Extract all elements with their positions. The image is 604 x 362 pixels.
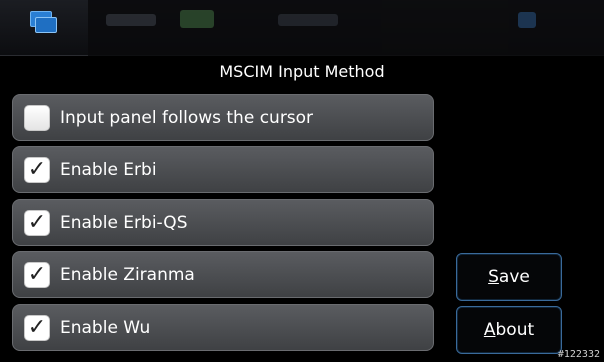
save-mnemonic: S [488, 267, 499, 287]
option-enable-erbi[interactable]: ✓ Enable Erbi [12, 146, 434, 193]
about-label: bout [495, 320, 535, 340]
task-switcher-icon[interactable] [22, 8, 62, 38]
dimmed-status-item [278, 14, 338, 26]
option-enable-wu[interactable]: ✓ Enable Wu [12, 304, 434, 351]
dimmed-status-item [180, 10, 214, 28]
save-button[interactable]: Save [456, 253, 562, 301]
checkmark-icon: ✓ [27, 156, 47, 182]
dimmed-status-area [88, 0, 604, 56]
save-label: ave [498, 267, 530, 287]
status-bar [0, 0, 604, 56]
dimmed-status-item [106, 14, 156, 26]
option-enable-erbi-qs[interactable]: ✓ Enable Erbi-QS [12, 199, 434, 246]
about-button[interactable]: About [456, 306, 562, 354]
checkbox-checked[interactable]: ✓ [24, 261, 50, 288]
checkbox-checked[interactable]: ✓ [24, 209, 50, 236]
watermark: #122332 [557, 349, 600, 360]
option-input-panel-follows-cursor[interactable]: Input panel follows the cursor [12, 94, 434, 141]
checkbox-checked[interactable]: ✓ [24, 314, 50, 341]
checkmark-icon: ✓ [27, 261, 47, 287]
option-label: Enable Ziranma [60, 264, 195, 285]
option-label: Input panel follows the cursor [60, 107, 314, 128]
option-label: Enable Wu [60, 317, 151, 338]
dialog-title: MSCIM Input Method [219, 62, 385, 81]
checkbox-checked[interactable]: ✓ [24, 156, 50, 183]
option-label: Enable Erbi-QS [60, 212, 188, 233]
checkmark-icon: ✓ [27, 314, 47, 340]
option-enable-ziranma[interactable]: ✓ Enable Ziranma [12, 251, 434, 298]
checkmark-icon: ✓ [27, 209, 47, 235]
task-switcher-window-front [35, 17, 57, 33]
checkbox-unchecked[interactable] [24, 104, 50, 131]
about-mnemonic: A [483, 320, 496, 340]
dimmed-status-item [518, 12, 536, 28]
option-label: Enable Erbi [60, 159, 157, 180]
